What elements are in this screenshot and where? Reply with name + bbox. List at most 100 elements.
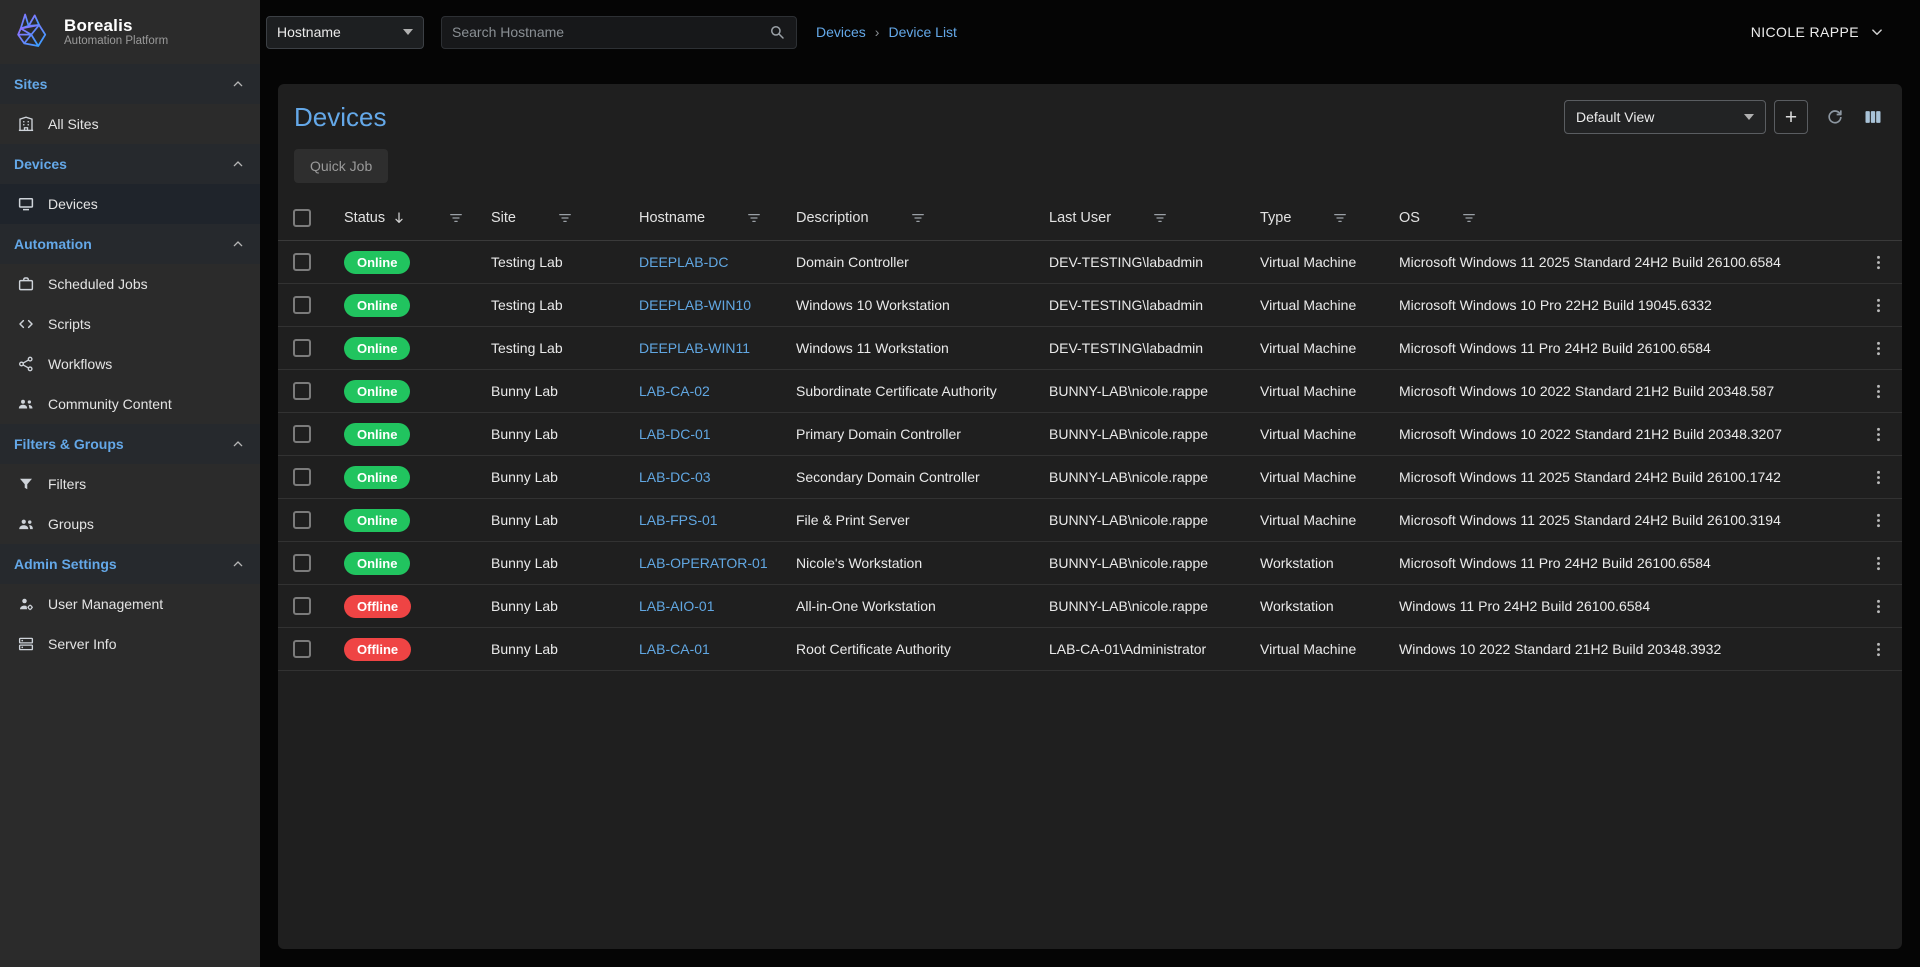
filter-list-icon[interactable]: [556, 209, 574, 227]
hostname-link[interactable]: LAB-DC-01: [639, 426, 711, 442]
sidebar-section-sites[interactable]: Sites: [0, 64, 260, 104]
sidebar-section-label: Sites: [14, 76, 47, 92]
column-header-os[interactable]: OS: [1381, 209, 1854, 227]
columns-icon[interactable]: [1860, 104, 1886, 130]
hostname-link[interactable]: DEEPLAB-DC: [639, 254, 728, 270]
row-checkbox[interactable]: [293, 296, 311, 314]
row-checkbox[interactable]: [293, 253, 311, 271]
search-field-selector[interactable]: Hostname: [266, 16, 424, 49]
sidebar-item-all-sites[interactable]: All Sites: [0, 104, 260, 144]
column-header-description[interactable]: Description: [778, 209, 1031, 227]
filter-list-icon[interactable]: [1151, 209, 1169, 227]
view-selector[interactable]: Default View: [1564, 100, 1766, 134]
row-checkbox[interactable]: [293, 382, 311, 400]
search-input[interactable]: [452, 24, 768, 40]
status-cell: Online: [326, 251, 473, 274]
add-view-button[interactable]: +: [1774, 100, 1808, 134]
view-controls: Default View +: [1564, 100, 1886, 134]
sidebar-item-scripts[interactable]: Scripts: [0, 304, 260, 344]
user-menu[interactable]: NICOLE RAPPE: [1751, 23, 1886, 41]
row-menu-button[interactable]: [1869, 554, 1888, 573]
type-cell: Virtual Machine: [1242, 641, 1381, 657]
last-user-cell: BUNNY-LAB\nicole.rappe: [1031, 426, 1242, 442]
sidebar-item-devices[interactable]: Devices: [0, 184, 260, 224]
sidebar-section-filters-groups[interactable]: Filters & Groups: [0, 424, 260, 464]
column-header-status[interactable]: Status: [326, 209, 473, 227]
row-checkbox[interactable]: [293, 511, 311, 529]
sidebar-item-community-content[interactable]: Community Content: [0, 384, 260, 424]
row-menu-button[interactable]: [1869, 511, 1888, 530]
sidebar-item-workflows[interactable]: Workflows: [0, 344, 260, 384]
sidebar-item-label: User Management: [48, 596, 163, 612]
select-all-checkbox[interactable]: [293, 209, 311, 227]
sidebar-item-label: All Sites: [48, 116, 99, 132]
type-cell: Virtual Machine: [1242, 254, 1381, 270]
hostname-link[interactable]: DEEPLAB-WIN10: [639, 297, 751, 313]
page-title: Devices: [294, 102, 386, 133]
search-field-selector-value: Hostname: [277, 24, 341, 40]
toolbar: Quick Job: [278, 134, 1902, 195]
hostname-link[interactable]: DEEPLAB-WIN11: [639, 340, 750, 356]
row-menu-button[interactable]: [1869, 640, 1888, 659]
row-menu-button[interactable]: [1869, 253, 1888, 272]
row-menu-button[interactable]: [1869, 597, 1888, 616]
hostname-link[interactable]: LAB-DC-03: [639, 469, 711, 485]
site-cell: Bunny Lab: [473, 598, 621, 614]
row-menu-button[interactable]: [1869, 296, 1888, 315]
column-label: Site: [491, 210, 516, 226]
filter-list-icon[interactable]: [1331, 209, 1349, 227]
status-badge: Online: [344, 294, 410, 317]
row-checkbox[interactable]: [293, 425, 311, 443]
row-menu-button[interactable]: [1869, 425, 1888, 444]
sidebar-section-automation[interactable]: Automation: [0, 224, 260, 264]
column-header-site[interactable]: Site: [473, 209, 621, 227]
filter-list-icon[interactable]: [909, 209, 927, 227]
sidebar-item-scheduled-jobs[interactable]: Scheduled Jobs: [0, 264, 260, 304]
table-header-row: Status Site HostnameDescriptionLast UserTy…: [278, 195, 1902, 241]
sidebar-item-server-info[interactable]: Server Info: [0, 624, 260, 664]
sidebar-item-groups[interactable]: Groups: [0, 504, 260, 544]
row-check-cell: [278, 597, 326, 615]
row-checkbox[interactable]: [293, 597, 311, 615]
status-badge: Online: [344, 423, 410, 446]
hostname-link[interactable]: LAB-OPERATOR-01: [639, 555, 768, 571]
row-checkbox[interactable]: [293, 339, 311, 357]
filter-list-icon[interactable]: [447, 209, 465, 227]
hostname-link[interactable]: LAB-CA-02: [639, 383, 710, 399]
sort-desc-icon[interactable]: [391, 210, 407, 226]
row-menu-button[interactable]: [1869, 382, 1888, 401]
app-title: Borealis: [64, 16, 168, 36]
row-checkbox[interactable]: [293, 640, 311, 658]
hostname-link[interactable]: LAB-AIO-01: [639, 598, 714, 614]
breadcrumb-devices[interactable]: Devices: [816, 24, 866, 40]
column-header-hostname[interactable]: Hostname: [621, 209, 778, 227]
site-cell: Testing Lab: [473, 340, 621, 356]
filter-list-icon[interactable]: [745, 209, 763, 227]
sidebar-item-filters[interactable]: Filters: [0, 464, 260, 504]
chevron-up-icon: [230, 556, 246, 572]
breadcrumb-device-list[interactable]: Device List: [888, 24, 956, 40]
column-header-type[interactable]: Type: [1242, 209, 1381, 227]
hostname-link[interactable]: LAB-FPS-01: [639, 512, 718, 528]
quick-job-button[interactable]: Quick Job: [294, 149, 388, 183]
sidebar-section-devices[interactable]: Devices: [0, 144, 260, 184]
row-menu-button[interactable]: [1869, 468, 1888, 487]
site-cell: Testing Lab: [473, 254, 621, 270]
refresh-icon[interactable]: [1822, 104, 1848, 130]
hostname-link[interactable]: LAB-CA-01: [639, 641, 710, 657]
chevron-down-icon: [1744, 114, 1754, 120]
os-cell: Windows 10 2022 Standard 21H2 Build 2034…: [1381, 641, 1854, 657]
row-checkbox[interactable]: [293, 554, 311, 572]
status-cell: Online: [326, 466, 473, 489]
sidebar-item-user-management[interactable]: User Management: [0, 584, 260, 624]
sidebar-section-admin-settings[interactable]: Admin Settings: [0, 544, 260, 584]
sidebar-item-label: Workflows: [48, 356, 112, 372]
row-checkbox[interactable]: [293, 468, 311, 486]
search-icon[interactable]: [768, 23, 786, 41]
chevron-up-icon: [230, 236, 246, 252]
row-menu-button[interactable]: [1869, 339, 1888, 358]
filter-list-icon[interactable]: [1460, 209, 1478, 227]
type-cell: Virtual Machine: [1242, 297, 1381, 313]
column-header-lastuser[interactable]: Last User: [1031, 209, 1242, 227]
type-cell: Virtual Machine: [1242, 426, 1381, 442]
